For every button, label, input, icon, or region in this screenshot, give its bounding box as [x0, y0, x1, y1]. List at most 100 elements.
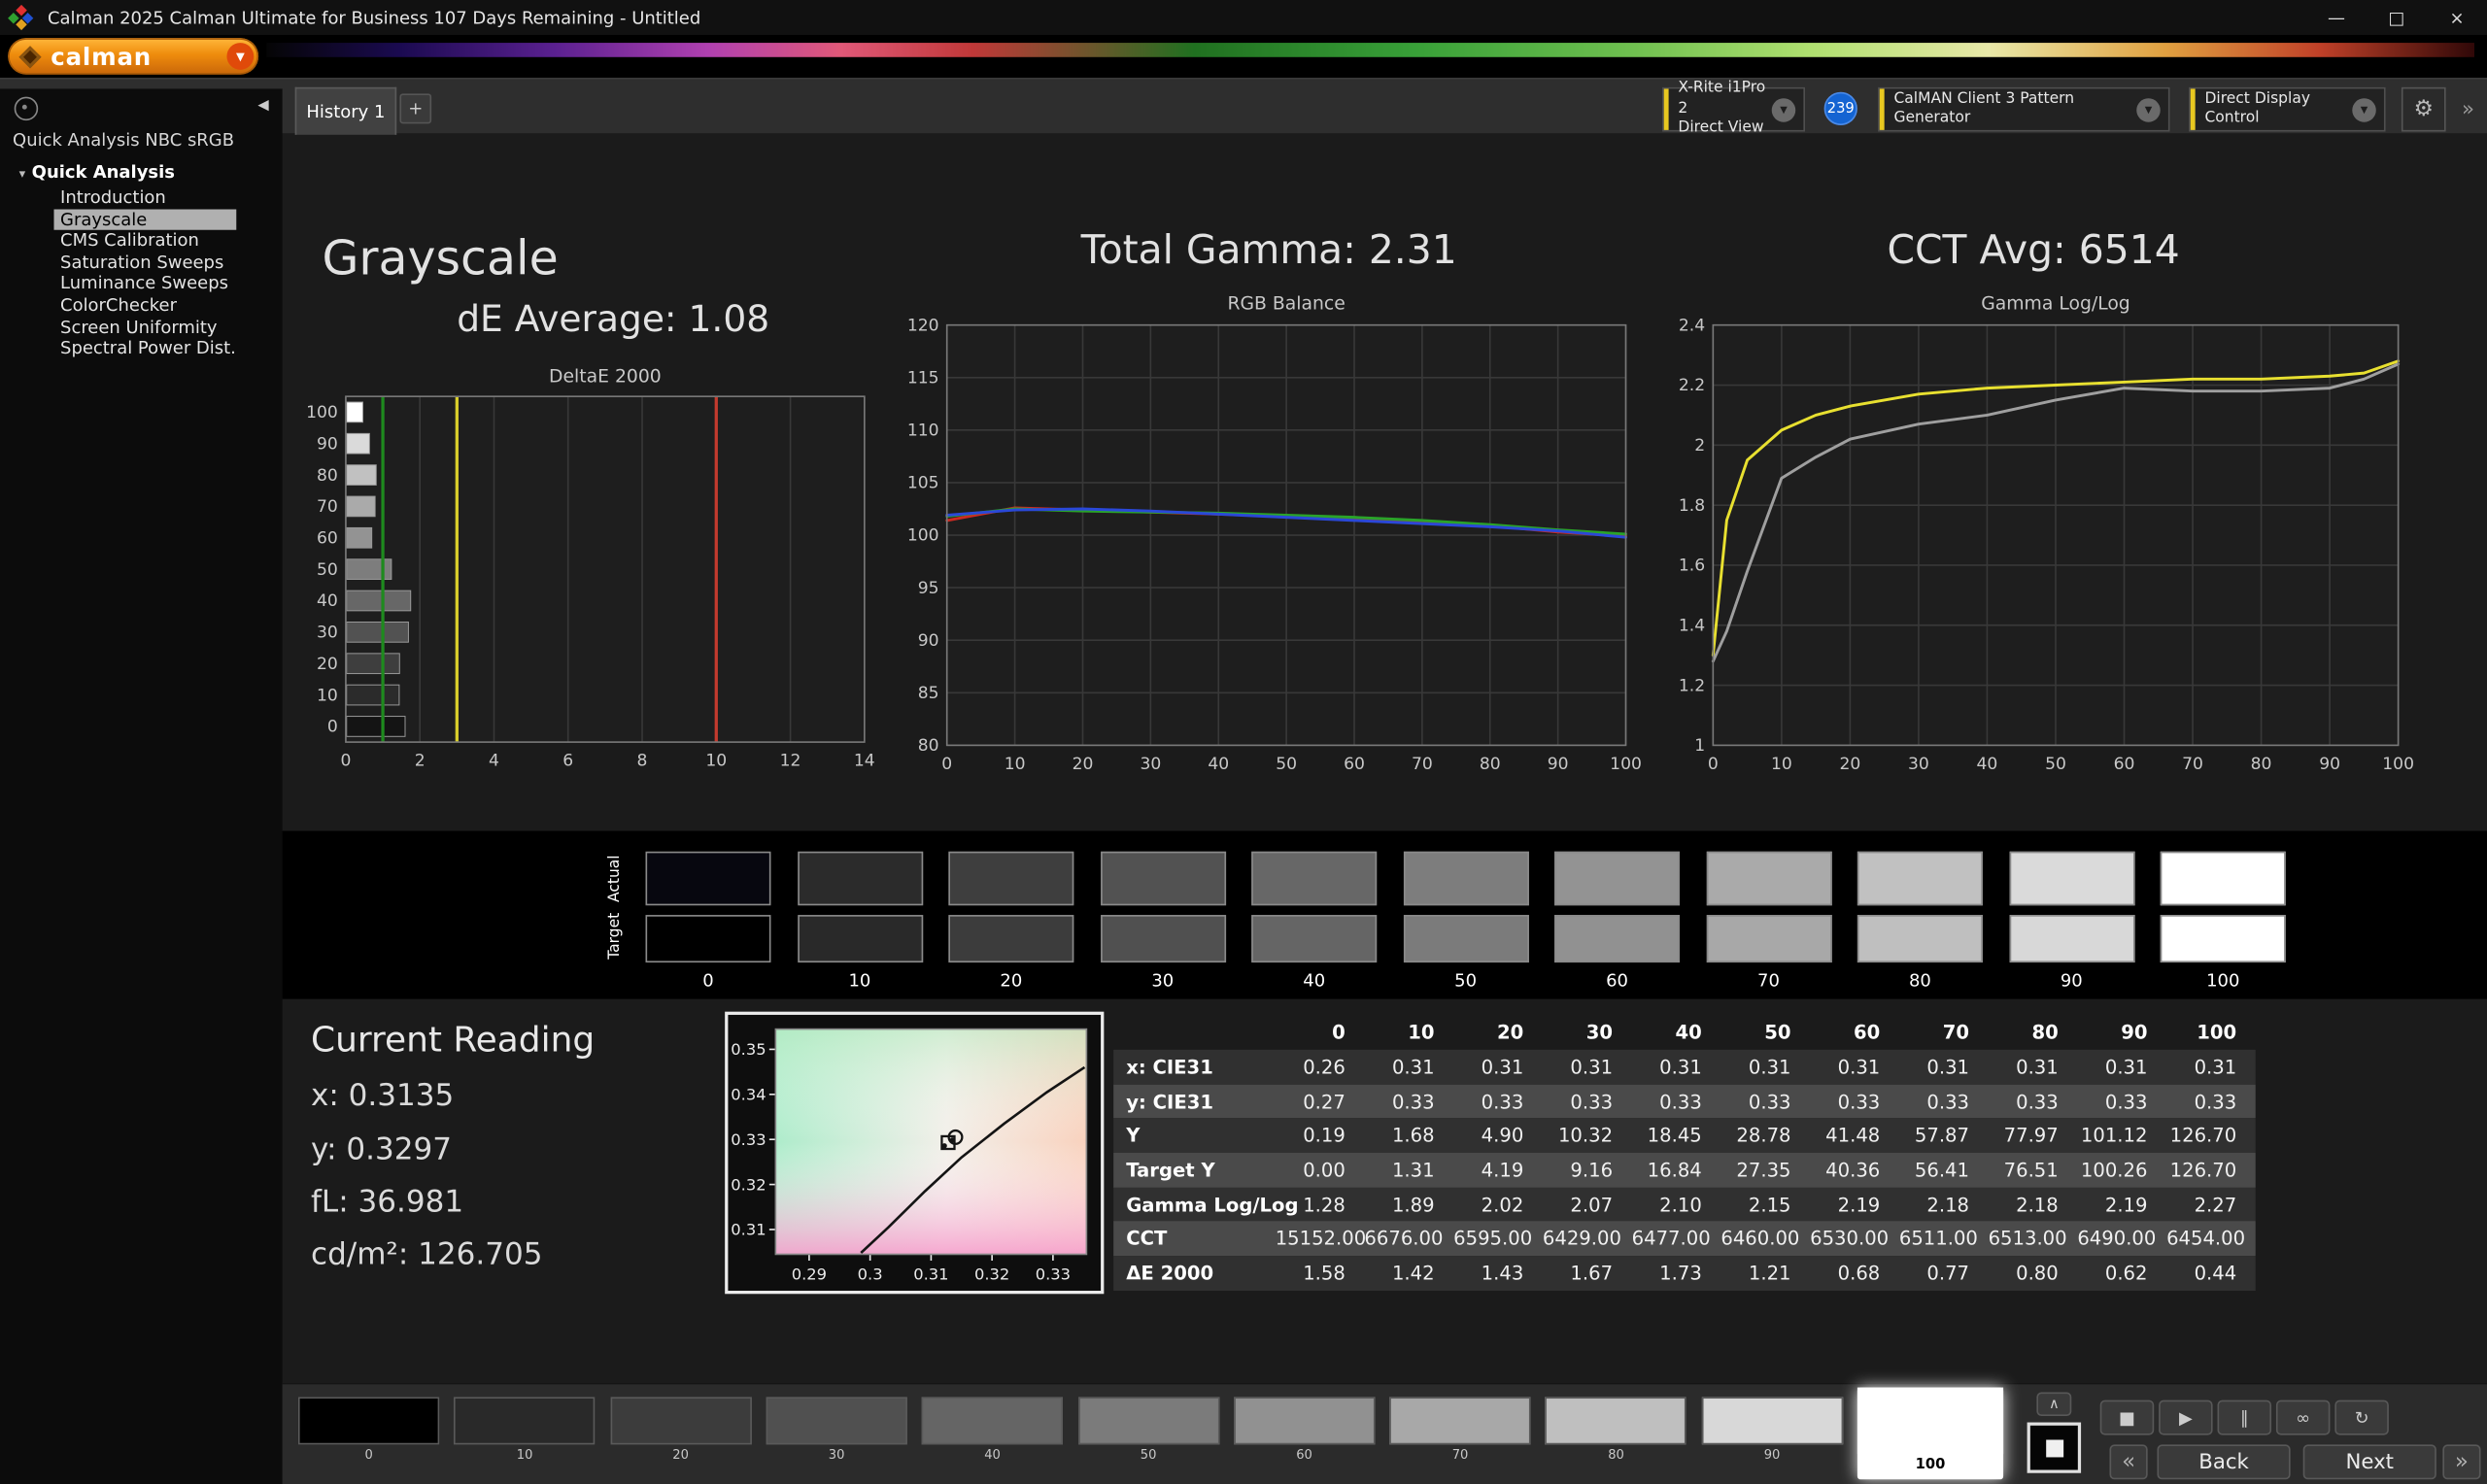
table-cell: 57.87 [1914, 1124, 1969, 1147]
sidebar-item-grayscale[interactable]: Grayscale [53, 208, 236, 231]
next-button[interactable]: Next [2302, 1444, 2436, 1480]
swatch-column-label: 100 [2206, 970, 2240, 992]
add-tab-button[interactable]: + [399, 93, 432, 124]
sidebar-item-introduction[interactable]: Introduction [60, 187, 236, 209]
calman-logo-menu[interactable]: calman ▼ [8, 38, 259, 75]
chevron-down-icon[interactable]: ▼ [2352, 97, 2376, 121]
logo-bar: calman ▼ [0, 34, 2487, 79]
table-cell: 6429.00 [1542, 1228, 1621, 1251]
meter-dropdown[interactable]: X-Rite i1Pro 2 Direct View ▼ [1662, 80, 1806, 137]
chevron-down-icon[interactable]: ▼ [1771, 97, 1796, 121]
sidebar-item-screen-uniformity[interactable]: Screen Uniformity [60, 317, 236, 338]
svg-text:60: 60 [2114, 755, 2135, 774]
table-column-header: 30 [1585, 1021, 1614, 1044]
workflow-forward-button[interactable]: » [2452, 87, 2484, 132]
pattern-patch-30[interactable]: 30 [766, 1397, 907, 1462]
next-skip-button[interactable]: » [2442, 1444, 2481, 1480]
settings-gear-button[interactable]: ⚙ [2401, 86, 2446, 132]
swatch-column-label: 30 [1151, 970, 1175, 992]
workflow-root-node[interactable]: ▾ Quick Analysis [19, 162, 175, 183]
reading-y: y: 0.3297 [311, 1131, 452, 1167]
svg-text:1: 1 [1694, 736, 1705, 756]
pattern-patch-0[interactable]: 0 [297, 1397, 440, 1463]
patch-color [1857, 1387, 2004, 1455]
meter-count-badge[interactable]: 239 [1823, 91, 1857, 125]
svg-text:0: 0 [1708, 755, 1719, 774]
pattern-generator-dropdown[interactable]: CalMAN Client 3 Pattern Generator ▼ [1878, 86, 2170, 132]
table-cell: 2.19 [2104, 1193, 2148, 1216]
target-swatch-40 [1251, 915, 1378, 963]
pattern-patch-50[interactable]: 50 [1077, 1397, 1219, 1462]
pattern-patch-80[interactable]: 80 [1545, 1397, 1687, 1462]
svg-text:90: 90 [2319, 755, 2340, 774]
table-column-header: 100 [2197, 1021, 2237, 1044]
table-row: y: CIE31 0.27 0.33 0.33 0.33 0.33 0.33 0.33 0.33… [1113, 1084, 2256, 1119]
swatch-column-label: 0 [702, 970, 714, 992]
table-cell: 0.31 [1391, 1056, 1435, 1078]
sidebar-item-cms-calibration[interactable]: CMS Calibration [60, 230, 236, 252]
table-cell: 6490.00 [2077, 1228, 2157, 1251]
svg-text:0.34: 0.34 [731, 1086, 766, 1104]
continuous-read-button[interactable]: ∞ [2275, 1400, 2331, 1435]
loop-button[interactable]: ↻ [2334, 1400, 2389, 1435]
table-cell: 0.80 [2016, 1262, 2059, 1285]
pattern-patch-20[interactable]: 20 [609, 1397, 752, 1462]
table-cell: 0.31 [1837, 1056, 1881, 1078]
display-control-dropdown[interactable]: Direct Display Control ▼ [2189, 86, 2386, 132]
play-icon: ▶ [2178, 1407, 2193, 1429]
table-cell: 126.70 [2169, 1124, 2237, 1147]
actual-swatch-0 [645, 851, 771, 906]
cct-average-readout: CCT Avg: 6514 [1887, 226, 2180, 273]
logo-dropdown-icon[interactable]: ▼ [226, 43, 255, 70]
swatch-column-label: 90 [2060, 970, 2083, 992]
cie-detail-chart: 0.31 0.32 0.33 0.34 0.35 0.29 0.3 0.31 0.32 0.33 [725, 1011, 1105, 1295]
maximize-button[interactable]: □ [2367, 0, 2427, 35]
table-row: ΔE 2000 1.58 1.42 1.43 1.67 1.73 1.21 0.68 0.77 0… [1113, 1256, 2256, 1291]
table-cell: 1.43 [1481, 1262, 1524, 1285]
sidebar-item-spectral-power-dist[interactable]: Spectral Power Dist. [60, 338, 236, 359]
deltae-chart-plot: 0 2 4 6 8 10 12 14 100 90 80 70 60 50 40 30 20 10 0 [293, 390, 883, 781]
svg-text:80: 80 [2251, 755, 2272, 774]
current-reading-title: Current Reading [311, 1021, 596, 1062]
tab-history-1[interactable]: History 1 [294, 86, 397, 135]
sidebar-item-colorchecker[interactable]: ColorChecker [60, 295, 236, 317]
patch-label: 0 [364, 1447, 373, 1463]
pattern-patch-100[interactable]: 100 [1857, 1387, 2004, 1480]
sidebar-item-luminance-sweeps[interactable]: Luminance Sweeps [60, 273, 236, 294]
svg-text:0: 0 [327, 718, 338, 737]
pattern-patch-60[interactable]: 60 [1233, 1397, 1376, 1462]
play-button[interactable]: ▶ [2159, 1400, 2213, 1435]
stop-button[interactable]: ■ [2099, 1400, 2155, 1435]
svg-text:90: 90 [1548, 755, 1569, 774]
table-cell: 1.73 [1659, 1262, 1702, 1285]
grayscale-table: 0 10 20 30 40 50 60 70 80 90 100 x: CIE31 0.26 0.31 0.… [1113, 1015, 2256, 1291]
table-cell: 6530.00 [1810, 1228, 1890, 1251]
deltae-chart: DeltaE 2000 0 2 4 6 8 10 12 14 100 90 80 70 60 50 40 30… [293, 365, 883, 781]
workflow-title: Quick Analysis NBC sRGB [13, 129, 235, 152]
pattern-patch-90[interactable]: 90 [1701, 1397, 1843, 1462]
svg-text:105: 105 [907, 474, 939, 493]
target-row-label: Target [605, 912, 624, 960]
pattern-bar-collapse-button[interactable]: ∧ [2036, 1392, 2072, 1417]
pattern-patch-10[interactable]: 10 [454, 1397, 596, 1462]
sidebar-tree: Introduction Grayscale CMS Calibration Satu… [53, 187, 236, 360]
table-cell: 2.18 [1926, 1193, 1969, 1216]
back-button[interactable]: Back [2157, 1444, 2291, 1480]
stop-icon: ■ [2118, 1407, 2135, 1429]
sidebar-collapse-button[interactable]: ◀ [251, 93, 276, 118]
svg-text:0.3: 0.3 [858, 1265, 883, 1284]
table-cell: 6595.00 [1453, 1228, 1533, 1251]
close-button[interactable]: × [2427, 0, 2487, 35]
sidebar-item-saturation-sweeps[interactable]: Saturation Sweeps [60, 252, 236, 273]
pattern-patch-70[interactable]: 70 [1389, 1397, 1531, 1462]
back-skip-button[interactable]: « [2109, 1444, 2148, 1480]
pattern-window-button[interactable] [2027, 1422, 2082, 1473]
table-row-label: Gamma Log/Log [1126, 1193, 1299, 1216]
pause-button[interactable]: ∥ [2217, 1400, 2272, 1435]
pattern-patch-40[interactable]: 40 [921, 1397, 1064, 1462]
chevron-down-icon[interactable]: ▼ [2136, 97, 2161, 121]
svg-text:10: 10 [317, 686, 338, 705]
session-options-button[interactable] [14, 96, 39, 121]
pause-icon: ∥ [2239, 1407, 2249, 1429]
minimize-button[interactable]: — [2306, 0, 2367, 35]
